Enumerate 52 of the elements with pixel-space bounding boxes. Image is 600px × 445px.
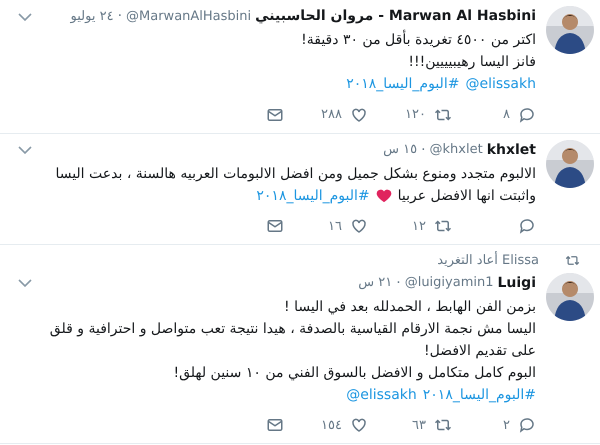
user-name[interactable]: Marwan Al Hasbini - مروان الحاسبيني (255, 6, 536, 27)
user-handle[interactable]: @khxlet (430, 140, 483, 160)
tweet-text: اليسا مش نجمة الارقام القياسية بالصدفة ، هيدا نتيجة تعب متواصل و احترافية و قلق (50, 320, 536, 338)
action-count: ٨ (503, 106, 510, 124)
separator-dot: · (396, 274, 401, 292)
heart-icon (350, 217, 368, 236)
retweet-button[interactable]: ١٢ (368, 216, 452, 236)
tweet-time[interactable]: ٢٤ يوليو (70, 6, 114, 26)
heart-icon (350, 416, 368, 434)
retweet-note: Elissa أعاد التغريد (437, 251, 539, 270)
user-name[interactable]: Luigi (497, 272, 536, 294)
tweet-text: اكتر من ٤٥٠٠ تغريدة بأقل من ٣٠ دقيقة! (301, 29, 536, 51)
tweet-link[interactable]: @elissakh (346, 384, 417, 406)
action-count: ٢٨٨ (321, 106, 342, 124)
like-button[interactable]: ١٦ (284, 216, 368, 236)
action-count: ١٥٤ (321, 416, 342, 434)
retweet-button[interactable]: ١٢٠ (368, 105, 452, 124)
tweet-text: فانز اليسا رهيبيييين!!! (408, 53, 536, 72)
tweet-link[interactable]: #البوم_اليسا_٢٠١٨ (346, 73, 460, 95)
heart-icon (376, 188, 392, 203)
tweet-text: بزمن الفن الهابط ، الحمدلله بعد في اليسا ! (284, 298, 536, 316)
tweet-time[interactable]: ١٥ س (383, 140, 418, 160)
user-handle[interactable]: @MarwanAlHasbini (126, 6, 252, 26)
reply-icon (518, 106, 536, 124)
chevron-icon[interactable] (18, 278, 32, 288)
heart-icon (350, 106, 368, 124)
chevron-icon[interactable] (18, 145, 32, 155)
retweet-button[interactable]: ٦٣ (368, 416, 452, 435)
action-count: ١٢ (412, 218, 426, 236)
reply-icon (518, 416, 536, 434)
tweet-time[interactable]: ٢١ س (358, 273, 392, 293)
separator-dot: · (421, 140, 426, 160)
reply-button[interactable]: ٨ (452, 105, 536, 124)
action-count: ١٦ (328, 218, 342, 236)
tweet-text: البوم كامل متكامل و الافضل بالسوق الفني من ١٠ سنين لهلق! (173, 364, 536, 382)
tweet-text: الالبوم متجدد ومنوع بشكل جميل ومن افضل الالبومات العربيه هالسنة ، بدعت اليسا (55, 164, 536, 184)
action-count: ١٢٠ (405, 106, 426, 124)
reply-button[interactable]: ٢ (452, 416, 536, 435)
action-count: ٦٣ (412, 416, 426, 434)
reply-icon (518, 217, 536, 236)
user-name[interactable]: khxlet (486, 140, 536, 160)
tweet-link[interactable]: @elissakh (465, 73, 536, 95)
tweet-link[interactable]: #البوم_اليسا_٢٠١٨ (256, 184, 370, 206)
separator-dot: · (118, 7, 122, 26)
like-button[interactable]: ٢٨٨ (284, 105, 368, 124)
action-count: ٢ (503, 416, 510, 434)
tweet-text: واثبتت انها الافضل عربيا (398, 186, 536, 206)
like-button[interactable]: ١٥٤ (284, 416, 368, 435)
chevron-icon[interactable] (18, 12, 32, 22)
tweet-link[interactable]: #البوم_اليسا_٢٠١٨ (422, 384, 536, 406)
tweet-text: على تقديم الافضل! (424, 342, 536, 360)
user-handle[interactable]: @luigiyamin1 (404, 273, 494, 293)
